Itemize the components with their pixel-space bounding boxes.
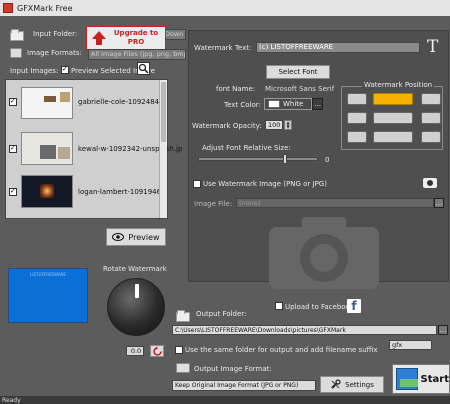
start-image-icon (396, 368, 418, 390)
slider-thumb[interactable] (283, 154, 287, 164)
opacity-input[interactable]: 100 (265, 120, 283, 130)
status-text: Ready (2, 397, 21, 404)
watermark-position-label: Watermark Position (362, 81, 435, 89)
watermark-text-label: Watermark Text: (194, 44, 252, 52)
settings-button[interactable]: Settings (320, 376, 384, 393)
position-top-left[interactable] (347, 93, 367, 105)
image-list[interactable]: gabrielle-cole-1092484-u kewal-w-1092342… (5, 79, 182, 219)
item-filename: logan-lambert-1091946- (78, 188, 164, 196)
text-tool-icon[interactable]: T (427, 39, 438, 56)
rotate-label: Rotate Watermark (103, 265, 167, 273)
text-color-value: White (283, 100, 304, 108)
preview-watermark-text: LISTOFFREEWARE (30, 272, 66, 277)
upgrade-pro-button[interactable]: Upgrade to PRO (86, 26, 166, 50)
upload-facebook-checkbox[interactable] (275, 302, 283, 310)
position-bottom-right[interactable] (421, 131, 441, 143)
select-font-button[interactable]: Select Font (266, 65, 330, 79)
color-picker-button[interactable]: … (312, 98, 323, 110)
item-filename: gabrielle-cole-1092484-u (78, 98, 167, 106)
item-checkbox[interactable] (9, 145, 17, 153)
tools-icon (331, 379, 341, 389)
output-folder-icon[interactable] (176, 310, 190, 322)
magnifier-icon[interactable] (137, 62, 150, 75)
list-item[interactable]: kewal-w-1092342-unsplash.jp (6, 125, 182, 170)
list-item[interactable]: logan-lambert-1091946- (6, 170, 164, 216)
font-name-value: Microsoft Sans Serif (265, 85, 335, 93)
position-bottom-left[interactable] (347, 131, 367, 143)
position-middle-right[interactable] (421, 112, 441, 124)
window-title: GFXMark Free (17, 3, 73, 13)
upgrade-line1: Upgrade to (113, 29, 159, 37)
rotate-reset-button[interactable] (150, 345, 164, 357)
output-folder-label: Output Folder: (196, 310, 247, 318)
use-watermark-image-label: Use Watermark Image (PNG or JPG) (203, 180, 327, 188)
image-file-browse[interactable]: … (434, 198, 444, 208)
preview-selected-checkbox[interactable] (61, 66, 69, 74)
rotate-knob[interactable] (107, 278, 165, 336)
same-folder-label: Use the same folder for output and add f… (185, 346, 378, 354)
list-item[interactable]: gabrielle-cole-1092484-u (6, 80, 166, 125)
font-name-label: font Name: (216, 85, 256, 93)
image-formats-icon (10, 48, 22, 58)
output-format-icon (176, 363, 190, 373)
watermark-text-input[interactable]: (c) LISTOFFREEWARE (256, 42, 420, 53)
output-folder-input[interactable]: C:\Users\LISTOFFREEWARE\Downloads\pictur… (172, 325, 437, 335)
arrow-up-icon (92, 31, 106, 45)
position-top-center[interactable] (373, 93, 413, 105)
eye-icon (112, 233, 125, 241)
settings-button-label: Settings (345, 380, 374, 389)
position-center[interactable] (373, 112, 413, 124)
text-color-label: Text Color: (224, 101, 261, 109)
output-format-label: Output Image Format: (194, 365, 272, 373)
image-file-label: Image File: (194, 200, 233, 208)
start-button-label: Start (420, 373, 449, 385)
use-watermark-image-checkbox[interactable] (193, 180, 201, 188)
start-button[interactable]: Start (392, 364, 450, 394)
watermark-preview: LISTOFFREEWARE (8, 268, 88, 323)
position-top-right[interactable] (421, 93, 441, 105)
image-formats-select[interactable]: All Image Files (jpg, png, bmp, tif (88, 49, 186, 60)
input-images-label: Input Images: (10, 67, 59, 75)
output-format-select[interactable]: Keep Original Image Format (JPG or PNG) (172, 380, 316, 391)
thumbnail (21, 132, 73, 165)
thumbnail (21, 87, 73, 119)
facebook-icon[interactable]: f (347, 299, 361, 313)
upload-facebook-label: Upload to Facebook (285, 303, 354, 311)
same-folder-checkbox[interactable] (175, 346, 183, 354)
upgrade-line2: PRO (127, 38, 145, 46)
list-scrollbar[interactable] (159, 80, 167, 218)
thumbnail (21, 175, 73, 208)
title-bar: GFXMark Free (0, 0, 450, 16)
rotate-value-field[interactable]: 0.0 (126, 346, 144, 356)
output-folder-browse[interactable]: … (438, 325, 448, 335)
knob-indicator (135, 284, 139, 298)
input-folder-icon[interactable] (10, 29, 24, 41)
text-color-select[interactable]: White (264, 98, 312, 110)
status-bar: Ready (0, 396, 450, 404)
app-icon (3, 3, 13, 13)
preview-button-label: Preview (128, 232, 160, 242)
relative-size-value: 0 (325, 156, 330, 164)
item-checkbox[interactable] (9, 98, 17, 106)
relative-size-slider[interactable] (198, 154, 318, 164)
item-checkbox[interactable] (9, 188, 17, 196)
image-formats-label: Image Formats: (27, 49, 82, 57)
preview-button[interactable]: Preview (106, 228, 166, 246)
camera-icon[interactable] (423, 178, 437, 188)
input-folder-label: Input Folder: (33, 30, 78, 38)
reset-icon (152, 346, 162, 356)
opacity-spinner[interactable]: ▲ ▼ (284, 120, 292, 130)
suffix-input[interactable]: gfx (389, 340, 432, 350)
position-bottom-center[interactable] (373, 131, 413, 143)
relative-size-label: Adjust Font Relative Size: (202, 144, 291, 152)
color-swatch (268, 100, 280, 108)
camera-placeholder-icon (269, 217, 379, 289)
position-middle-left[interactable] (347, 112, 367, 124)
image-file-input[interactable]: (none) (236, 198, 434, 208)
opacity-label: Watermark Opacity: (192, 122, 262, 130)
